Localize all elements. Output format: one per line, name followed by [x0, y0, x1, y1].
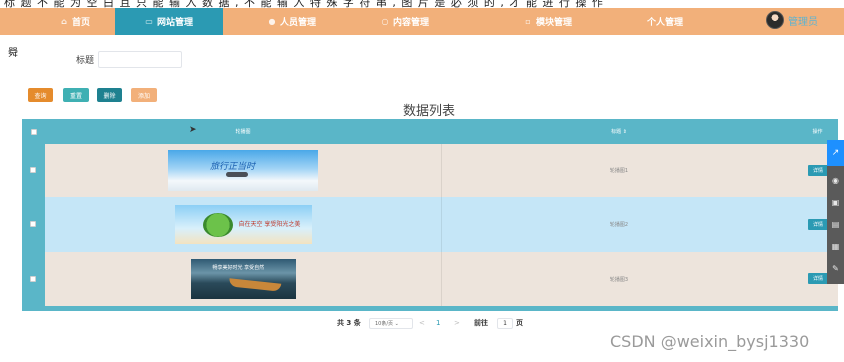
title-filter-input[interactable]	[98, 51, 182, 68]
banner-image-1: 旅行正当时	[168, 150, 318, 191]
nav-item-label: 个人管理	[646, 18, 683, 28]
top-nav: ⌂ 首页 ▭ 网站管理 ● 人员管理 ○ 内容管理 ▫ 模块管理 个人管理 管理…	[0, 8, 844, 35]
nav-item-label: 首页	[71, 18, 90, 28]
avatar	[766, 11, 784, 29]
prev-page-button[interactable]: <	[419, 316, 425, 330]
trend-icon: ↗	[831, 148, 840, 158]
goto-unit-label: 页	[516, 319, 523, 327]
nav-item-label: 内容管理	[392, 18, 429, 28]
banner-image-2: 自在天空 享受阳光之美	[174, 205, 312, 244]
nav-item-site-management[interactable]: ▭ 网站管理	[115, 8, 223, 35]
data-table: 轮播图 标题 ⇕ 操作 ➤ 旅行正当时 轮播图1 详情 自在天空 享受阳光之美 …	[22, 119, 838, 311]
nav-item-module-management[interactable]: ▫ 模块管理	[508, 8, 588, 35]
image-cell: 畅享美好时光 享受自然	[45, 252, 441, 306]
row-select-cell	[22, 144, 45, 197]
pencil-icon[interactable]: ✎	[831, 264, 841, 274]
detail-button[interactable]: 详情	[808, 165, 828, 176]
grid-icon: ▫	[525, 16, 531, 26]
monitor-icon: ▭	[145, 16, 153, 26]
row-checkbox[interactable]	[30, 167, 36, 173]
header-select-cell	[22, 119, 45, 144]
nav-item-content-management[interactable]: ○ 内容管理	[365, 8, 445, 35]
header-image: 轮播图	[235, 129, 251, 135]
goto-label: 前往	[474, 319, 488, 327]
nav-item-personal-management[interactable]: 个人管理	[625, 8, 705, 35]
table-header: 轮播图 标题 ⇕ 操作 ➤	[22, 119, 838, 144]
admin-page: 标 题 不 能 为 空 白 且 只 能 输 入 数 据 , 不 能 输 入 特 …	[0, 0, 844, 362]
pagination-total: 共 3 条	[337, 319, 361, 327]
tree-shape	[202, 213, 233, 237]
goto-page-input[interactable]: 1	[497, 318, 513, 329]
row-select-cell	[22, 197, 45, 252]
nav-item-label: 网站管理	[156, 18, 193, 28]
nav-item-personnel-management[interactable]: ● 人员管理	[252, 8, 332, 35]
select-all-checkbox[interactable]	[30, 128, 37, 135]
username: 管理员	[788, 16, 818, 28]
document-icon[interactable]: ▤	[831, 220, 841, 230]
plane-shape	[226, 172, 248, 177]
cursor-icon: ➤	[189, 125, 197, 135]
banner-text: 自在天空 享受阳光之美	[238, 221, 301, 228]
add-button[interactable]: 添加	[131, 88, 157, 102]
watermark: CSDN @weixin_bysj1330	[610, 332, 810, 351]
title-cell: 轮播图1	[609, 168, 629, 174]
top-cut-text: 标 题 不 能 为 空 白 且 只 能 输 入 数 据 , 不 能 输 入 特 …	[4, 0, 604, 8]
image-cell: 自在天空 享受阳光之美	[45, 197, 441, 252]
reset-button[interactable]: 重置	[63, 88, 89, 102]
search-icon: ○	[381, 16, 389, 26]
top-cut-text-strip: 标 题 不 能 为 空 白 且 只 能 输 入 数 据 , 不 能 输 入 特 …	[0, 0, 844, 8]
page-number-current[interactable]: 1	[436, 316, 440, 330]
detail-button[interactable]: 详情	[808, 273, 828, 284]
boat-shape	[228, 278, 281, 292]
detail-button[interactable]: 详情	[808, 219, 828, 230]
banner-text: 旅行正当时	[210, 162, 256, 172]
delete-button[interactable]: 删除	[97, 88, 122, 102]
row-checkbox[interactable]	[30, 276, 36, 282]
title-cell: 轮播图3	[609, 276, 629, 283]
header-title[interactable]: 标题 ⇕	[441, 119, 797, 144]
title-cell: 轮播图2	[609, 222, 629, 228]
side-toolbar-expand-button[interactable]: ↗	[827, 140, 844, 166]
search-button[interactable]: 查询	[28, 88, 53, 102]
next-page-button[interactable]: >	[454, 316, 460, 330]
table-row: 畅享美好时光 享受自然 轮播图3 详情	[45, 252, 838, 306]
home-icon: ⌂	[61, 16, 67, 26]
camera-icon[interactable]: ◉	[831, 176, 841, 186]
gallery-icon[interactable]: ▦	[831, 242, 841, 252]
nav-item-label: 人员管理	[279, 18, 316, 28]
user-icon: ●	[268, 16, 276, 26]
nav-item-home[interactable]: ⌂ 首页	[35, 8, 115, 35]
row-checkbox[interactable]	[30, 221, 36, 227]
table-row: 旅行正当时 轮播图1 详情	[45, 144, 838, 197]
image-icon[interactable]: ▣	[831, 198, 841, 208]
row-select-cell	[22, 252, 45, 306]
nav-item-label: 模块管理	[535, 18, 572, 28]
banner-text: 畅享美好时光 享受自然	[212, 265, 265, 271]
side-toolbar: ◉ ▣ ▤ ▦ ✎	[827, 166, 844, 284]
page-glyph: 䑝	[8, 48, 18, 59]
table-row: 自在天空 享受阳光之美 轮播图2 详情	[45, 197, 838, 252]
page-size-select[interactable]: 10条/页 ⌄	[369, 318, 413, 329]
image-cell: 旅行正当时	[45, 144, 441, 197]
title-filter-label: 标题	[76, 56, 95, 66]
user-menu[interactable]: 管理员	[766, 11, 818, 29]
table-title: 数据列表	[403, 104, 456, 119]
banner-image-3: 畅享美好时光 享受自然	[190, 259, 296, 299]
